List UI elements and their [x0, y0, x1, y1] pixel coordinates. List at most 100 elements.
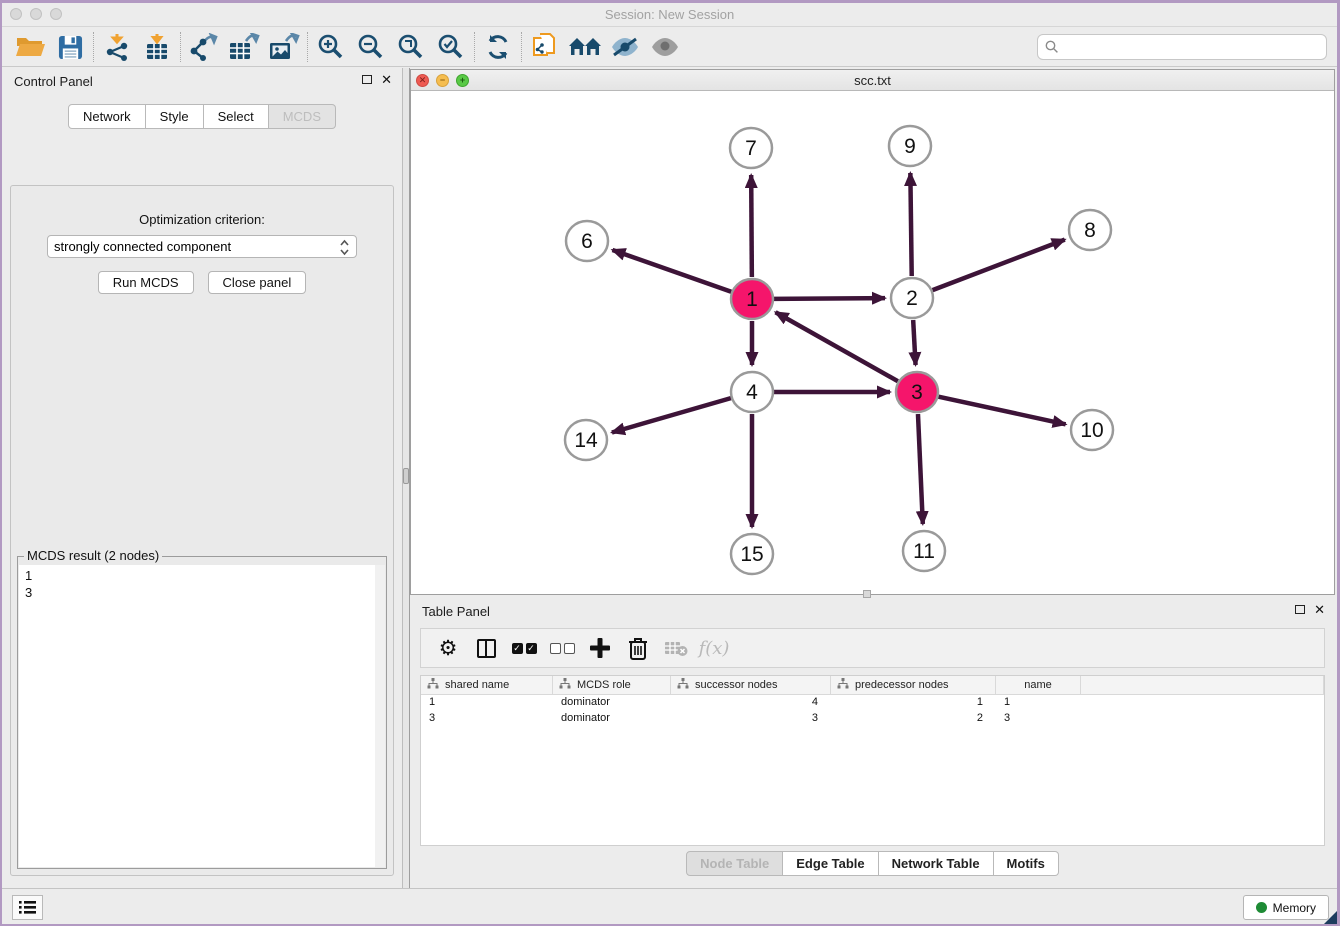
clone-network-icon[interactable] — [525, 31, 565, 63]
open-folder-icon[interactable] — [10, 31, 50, 63]
tab-select[interactable]: Select — [204, 104, 269, 129]
divider-grip[interactable] — [403, 468, 409, 484]
node-label-11: 11 — [913, 540, 935, 563]
application-window: Session: New Session — [2, 3, 1337, 924]
column-header-shared-name[interactable]: shared name — [421, 676, 553, 694]
edge-3-11[interactable] — [918, 414, 923, 524]
deselect-all-columns-icon[interactable] — [543, 631, 581, 665]
network-window-title: scc.txt — [411, 73, 1334, 88]
hierarchy-icon — [559, 678, 571, 692]
import-table-icon[interactable] — [137, 31, 177, 63]
edge-1-6[interactable] — [612, 250, 731, 292]
edge-1-7[interactable] — [751, 175, 752, 277]
edge-4-14[interactable] — [612, 398, 731, 432]
column-header-predecessor-nodes[interactable]: predecessor nodes — [831, 676, 996, 694]
tab-node-table[interactable]: Node Table — [686, 851, 783, 876]
column-settings-icon[interactable] — [467, 631, 505, 665]
zoom-fit-icon[interactable] — [391, 31, 431, 63]
column-header-successor-nodes[interactable]: successor nodes — [671, 676, 831, 694]
export-image-icon[interactable] — [264, 31, 304, 63]
network-window-titlebar[interactable]: ✕ − + scc.txt — [411, 70, 1334, 91]
edge-2-3[interactable] — [913, 320, 915, 365]
tab-style[interactable]: Style — [146, 104, 204, 129]
network-resize-handle[interactable] — [863, 590, 871, 598]
table-row[interactable]: 1dominator411 — [421, 695, 1324, 711]
memory-label: Memory — [1273, 901, 1316, 915]
edge-2-9[interactable] — [910, 173, 911, 276]
zoom-selected-icon[interactable] — [431, 31, 471, 63]
export-table-icon[interactable] — [224, 31, 264, 63]
search-input[interactable] — [1064, 40, 1326, 54]
cell-shared-name[interactable]: 1 — [421, 695, 553, 711]
add-column-icon[interactable] — [581, 631, 619, 665]
table-panel-title: Table Panel — [422, 604, 490, 619]
cell-predecessor-nodes[interactable]: 1 — [831, 695, 996, 711]
zoom-out-icon[interactable] — [351, 31, 391, 63]
optimization-criterion-label: Optimization criterion: — [11, 212, 393, 227]
home-layout-icon[interactable] — [565, 31, 605, 63]
table-header-row[interactable]: shared nameMCDS rolesuccessor nodesprede… — [421, 676, 1324, 695]
cell-successor-nodes[interactable]: 4 — [671, 695, 831, 711]
zoom-in-icon[interactable] — [311, 31, 351, 63]
hide-selected-eye-icon[interactable] — [605, 31, 645, 63]
refresh-icon[interactable] — [478, 31, 518, 63]
window-titlebar: Session: New Session — [2, 3, 1337, 27]
tab-mcds[interactable]: MCDS — [269, 104, 336, 129]
list-icon — [18, 899, 37, 916]
resize-grip-icon[interactable] — [1324, 911, 1337, 924]
search-icon — [1045, 40, 1059, 54]
edge-3-1[interactable] — [776, 312, 898, 381]
task-history-button[interactable] — [12, 895, 43, 920]
cell-MCDS-role[interactable]: dominator — [553, 695, 671, 711]
toolbar-separator — [474, 32, 475, 62]
run-mcds-button[interactable]: Run MCDS — [98, 271, 194, 294]
node-table[interactable]: shared nameMCDS rolesuccessor nodesprede… — [420, 675, 1325, 846]
network-canvas[interactable]: 7968124314101511 — [411, 91, 1334, 594]
node-label-7: 7 — [745, 137, 757, 160]
column-header-MCDS-role[interactable]: MCDS role — [553, 676, 671, 694]
table-row[interactable]: 3dominator323 — [421, 711, 1324, 727]
panel-divider[interactable] — [402, 68, 410, 888]
result-scrollbar[interactable] — [375, 565, 385, 867]
save-icon[interactable] — [50, 31, 90, 63]
result-line: 3 — [25, 584, 385, 601]
cell-successor-nodes[interactable]: 3 — [671, 711, 831, 727]
node-label-2: 2 — [906, 287, 918, 310]
cell-name[interactable]: 1 — [996, 695, 1081, 711]
close-table-panel-icon[interactable]: ✕ — [1314, 603, 1325, 616]
column-header-name[interactable]: name — [996, 676, 1081, 694]
dropdown-stepper-icon — [339, 239, 350, 259]
float-panel-icon[interactable] — [362, 75, 372, 84]
edge-1-2[interactable] — [774, 298, 885, 299]
show-all-eye-icon[interactable] — [645, 31, 685, 63]
edge-3-10[interactable] — [938, 397, 1065, 425]
node-label-8: 8 — [1084, 219, 1096, 242]
mcds-result-list[interactable]: 13 — [19, 565, 385, 867]
tab-network-table[interactable]: Network Table — [879, 851, 994, 876]
cell-shared-name[interactable]: 3 — [421, 711, 553, 727]
cell-predecessor-nodes[interactable]: 2 — [831, 711, 996, 727]
close-panel-icon[interactable]: ✕ — [381, 73, 392, 86]
cell-name[interactable]: 3 — [996, 711, 1081, 727]
search-field[interactable] — [1037, 34, 1327, 60]
network-graph[interactable]: 7968124314101511 — [411, 91, 1334, 594]
select-all-columns-icon[interactable]: ✓✓ — [505, 631, 543, 665]
cell-MCDS-role[interactable]: dominator — [553, 711, 671, 727]
gear-icon[interactable]: ⚙ — [429, 631, 467, 665]
table-body[interactable]: 1dominator4113dominator323 — [421, 695, 1324, 727]
export-network-icon[interactable] — [184, 31, 224, 63]
tab-edge-table[interactable]: Edge Table — [783, 851, 878, 876]
close-panel-button[interactable]: Close panel — [208, 271, 307, 294]
network-view-window: ✕ − + scc.txt 7968124314101511 — [410, 69, 1335, 595]
delete-column-icon[interactable] — [619, 631, 657, 665]
criterion-dropdown[interactable]: strongly connected component — [47, 235, 357, 258]
memory-status-icon — [1256, 902, 1267, 913]
toolbar-separator — [93, 32, 94, 62]
table-panel: Table Panel ✕ ⚙ ✓✓ f(x) shared nameMCDS … — [410, 598, 1335, 888]
tab-network[interactable]: Network — [68, 104, 146, 129]
memory-button[interactable]: Memory — [1243, 895, 1329, 920]
float-table-panel-icon[interactable] — [1295, 605, 1305, 614]
import-network-icon[interactable] — [97, 31, 137, 63]
tab-motifs[interactable]: Motifs — [994, 851, 1059, 876]
edge-2-8[interactable] — [933, 240, 1065, 291]
